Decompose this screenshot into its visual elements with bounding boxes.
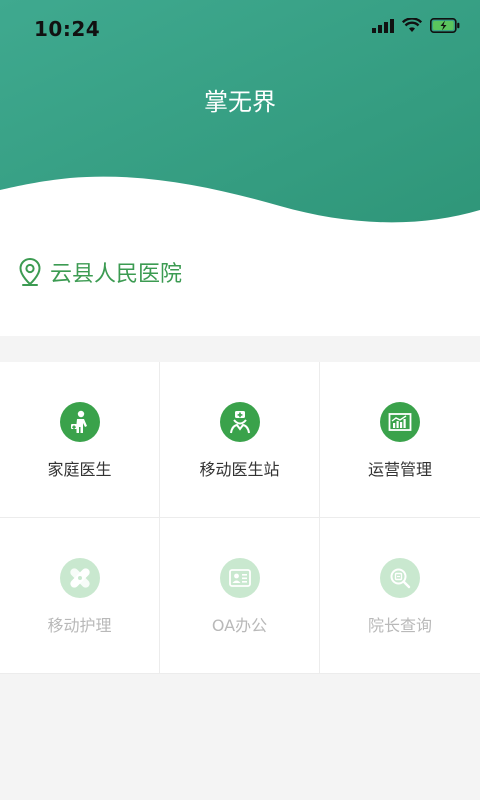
module-label: 移动医生站 [199, 460, 280, 479]
module-oa-office[interactable]: OA办公 [160, 518, 320, 674]
module-family-doctor[interactable]: 家庭医生 [0, 362, 160, 518]
module-label: 移动护理 [47, 616, 112, 635]
battery-charging-icon [430, 18, 460, 33]
status-time: 10:24 [34, 17, 101, 41]
search-magnifier-icon [380, 558, 420, 598]
operations-chart-icon [380, 402, 420, 442]
hospital-selector[interactable]: 云县人民医院 [18, 256, 182, 288]
module-grid: 家庭医生 移动医生站 运营管理 移动护理 OA办公 院长查询 [0, 362, 480, 674]
location-pin-icon [19, 257, 41, 286]
bandage-icon [59, 558, 100, 598]
module-label: 家庭医生 [47, 460, 112, 479]
module-director-query[interactable]: 院长查询 [320, 518, 480, 674]
module-label: 运营管理 [367, 460, 432, 479]
module-operations[interactable]: 运营管理 [320, 362, 480, 518]
signal-icon [372, 18, 394, 33]
module-label: OA办公 [211, 616, 268, 635]
header-banner: 10:24 掌无界 云县人民医院 [0, 0, 480, 336]
wifi-icon [402, 18, 422, 32]
status-bar: 10:24 [0, 0, 480, 58]
doctor-station-icon [219, 402, 260, 442]
module-doctor-station[interactable]: 移动医生站 [160, 362, 320, 518]
app-title: 掌无界 [204, 88, 276, 116]
id-card-icon [219, 558, 260, 598]
module-label: 院长查询 [367, 616, 432, 635]
hospital-name: 云县人民医院 [50, 262, 183, 287]
module-mobile-nursing[interactable]: 移动护理 [0, 518, 160, 674]
family-doctor-icon [59, 402, 100, 442]
status-icons [372, 18, 460, 33]
